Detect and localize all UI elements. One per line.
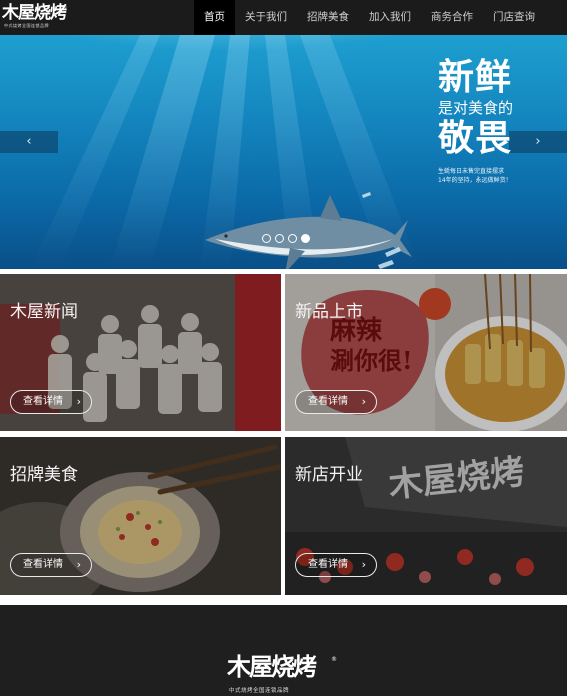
tile-new-products-button-label: 查看详情	[308, 396, 348, 407]
brand-tagline: 中式烧烤全国连锁品牌	[4, 23, 49, 28]
slider-dot-2[interactable]	[275, 234, 284, 243]
tile-new-products-more-button[interactable]: 查看详情 ›	[295, 390, 377, 414]
tile-signature-food-more-button[interactable]: 查看详情 ›	[10, 553, 92, 577]
brand-logo[interactable]: 木屋烧烤 ® 中式烧烤全国连锁品牌	[2, 3, 72, 31]
tile-store-opening[interactable]: 木屋烧烤 新店开业 查看详情 ›	[285, 437, 567, 595]
tile-signature-food-title: 招牌美食	[10, 465, 78, 485]
slider-dot-1[interactable]	[262, 234, 271, 243]
slider-pagination	[262, 234, 310, 243]
slogan-line-3: 敬畏	[438, 118, 513, 159]
slogan-caption-2: 14年的坚持，永远做鲜货！	[438, 177, 512, 184]
footer: 木屋烧烤 ® 中式烧烤全国连锁品牌	[0, 605, 567, 696]
tile-signature-food-button-label: 查看详情	[23, 559, 63, 570]
chevron-right-icon: ›	[361, 558, 366, 571]
nav-menu: 首页 关于我们 招牌美食 加入我们 商务合作 门店查询	[194, 0, 545, 35]
slider-dot-3[interactable]	[288, 234, 297, 243]
tile-new-products[interactable]: 麻辣 涮你很! 新品上市 查看详情 ›	[285, 274, 567, 431]
footer-registered-mark: ®	[331, 656, 337, 663]
tile-store-opening-title: 新店开业	[295, 465, 363, 485]
tile-store-opening-more-button[interactable]: 查看详情 ›	[295, 553, 377, 577]
registered-mark: ®	[62, 5, 67, 11]
chevron-right-icon: ›	[361, 395, 366, 408]
slider-dot-4[interactable]	[301, 234, 310, 243]
slogan-line-1: 新鲜	[438, 57, 513, 98]
chevron-right-icon: ›	[76, 558, 81, 571]
brand-name: 木屋烧烤	[2, 3, 67, 23]
tile-news-title: 木屋新闻	[10, 302, 78, 322]
nav-item-signature-food[interactable]: 招牌美食	[297, 0, 359, 35]
slogan-line-2: 是对美食的	[438, 99, 514, 117]
tile-news[interactable]: 木屋新闻 查看详情 ›	[0, 274, 281, 431]
hero-slider[interactable]: ‹ › 新鲜 是对美食的 敬畏 生蚝每日未售完直接摆求 14年的坚持，永远做鲜货…	[0, 35, 567, 269]
tile-new-products-title: 新品上市	[295, 302, 363, 322]
slogan-caption-1: 生蚝每日未售完直接摆求	[438, 168, 505, 175]
footer-brand-name: 木屋烧烤	[227, 652, 317, 681]
slider-prev-arrow[interactable]: ‹	[0, 131, 58, 153]
tile-signature-food[interactable]: 招牌美食 查看详情 ›	[0, 437, 281, 595]
tile-store-opening-button-label: 查看详情	[308, 559, 348, 570]
chevron-right-icon: ›	[76, 395, 81, 408]
footer-tagline: 中式烧烤全国连锁品牌	[229, 688, 290, 694]
page: 木屋烧烤 ® 中式烧烤全国连锁品牌 首页 关于我们 招牌美食 加入我们 商务合作…	[0, 0, 567, 696]
top-nav: 木屋烧烤 ® 中式烧烤全国连锁品牌 首页 关于我们 招牌美食 加入我们 商务合作…	[0, 0, 567, 35]
tile-news-more-button[interactable]: 查看详情 ›	[10, 390, 92, 414]
nav-item-join-us[interactable]: 加入我们	[359, 0, 421, 35]
tile-news-button-label: 查看详情	[23, 396, 63, 407]
nav-item-business[interactable]: 商务合作	[421, 0, 483, 35]
hero-slogan: 新鲜 是对美食的 敬畏 生蚝每日未售完直接摆求 14年的坚持，永远做鲜货！	[438, 57, 558, 185]
footer-logo[interactable]: 木屋烧烤 ® 中式烧烤全国连锁品牌	[227, 652, 347, 696]
nav-item-store-search[interactable]: 门店查询	[483, 0, 545, 35]
nav-item-about[interactable]: 关于我们	[235, 0, 297, 35]
nav-item-home[interactable]: 首页	[194, 0, 235, 35]
